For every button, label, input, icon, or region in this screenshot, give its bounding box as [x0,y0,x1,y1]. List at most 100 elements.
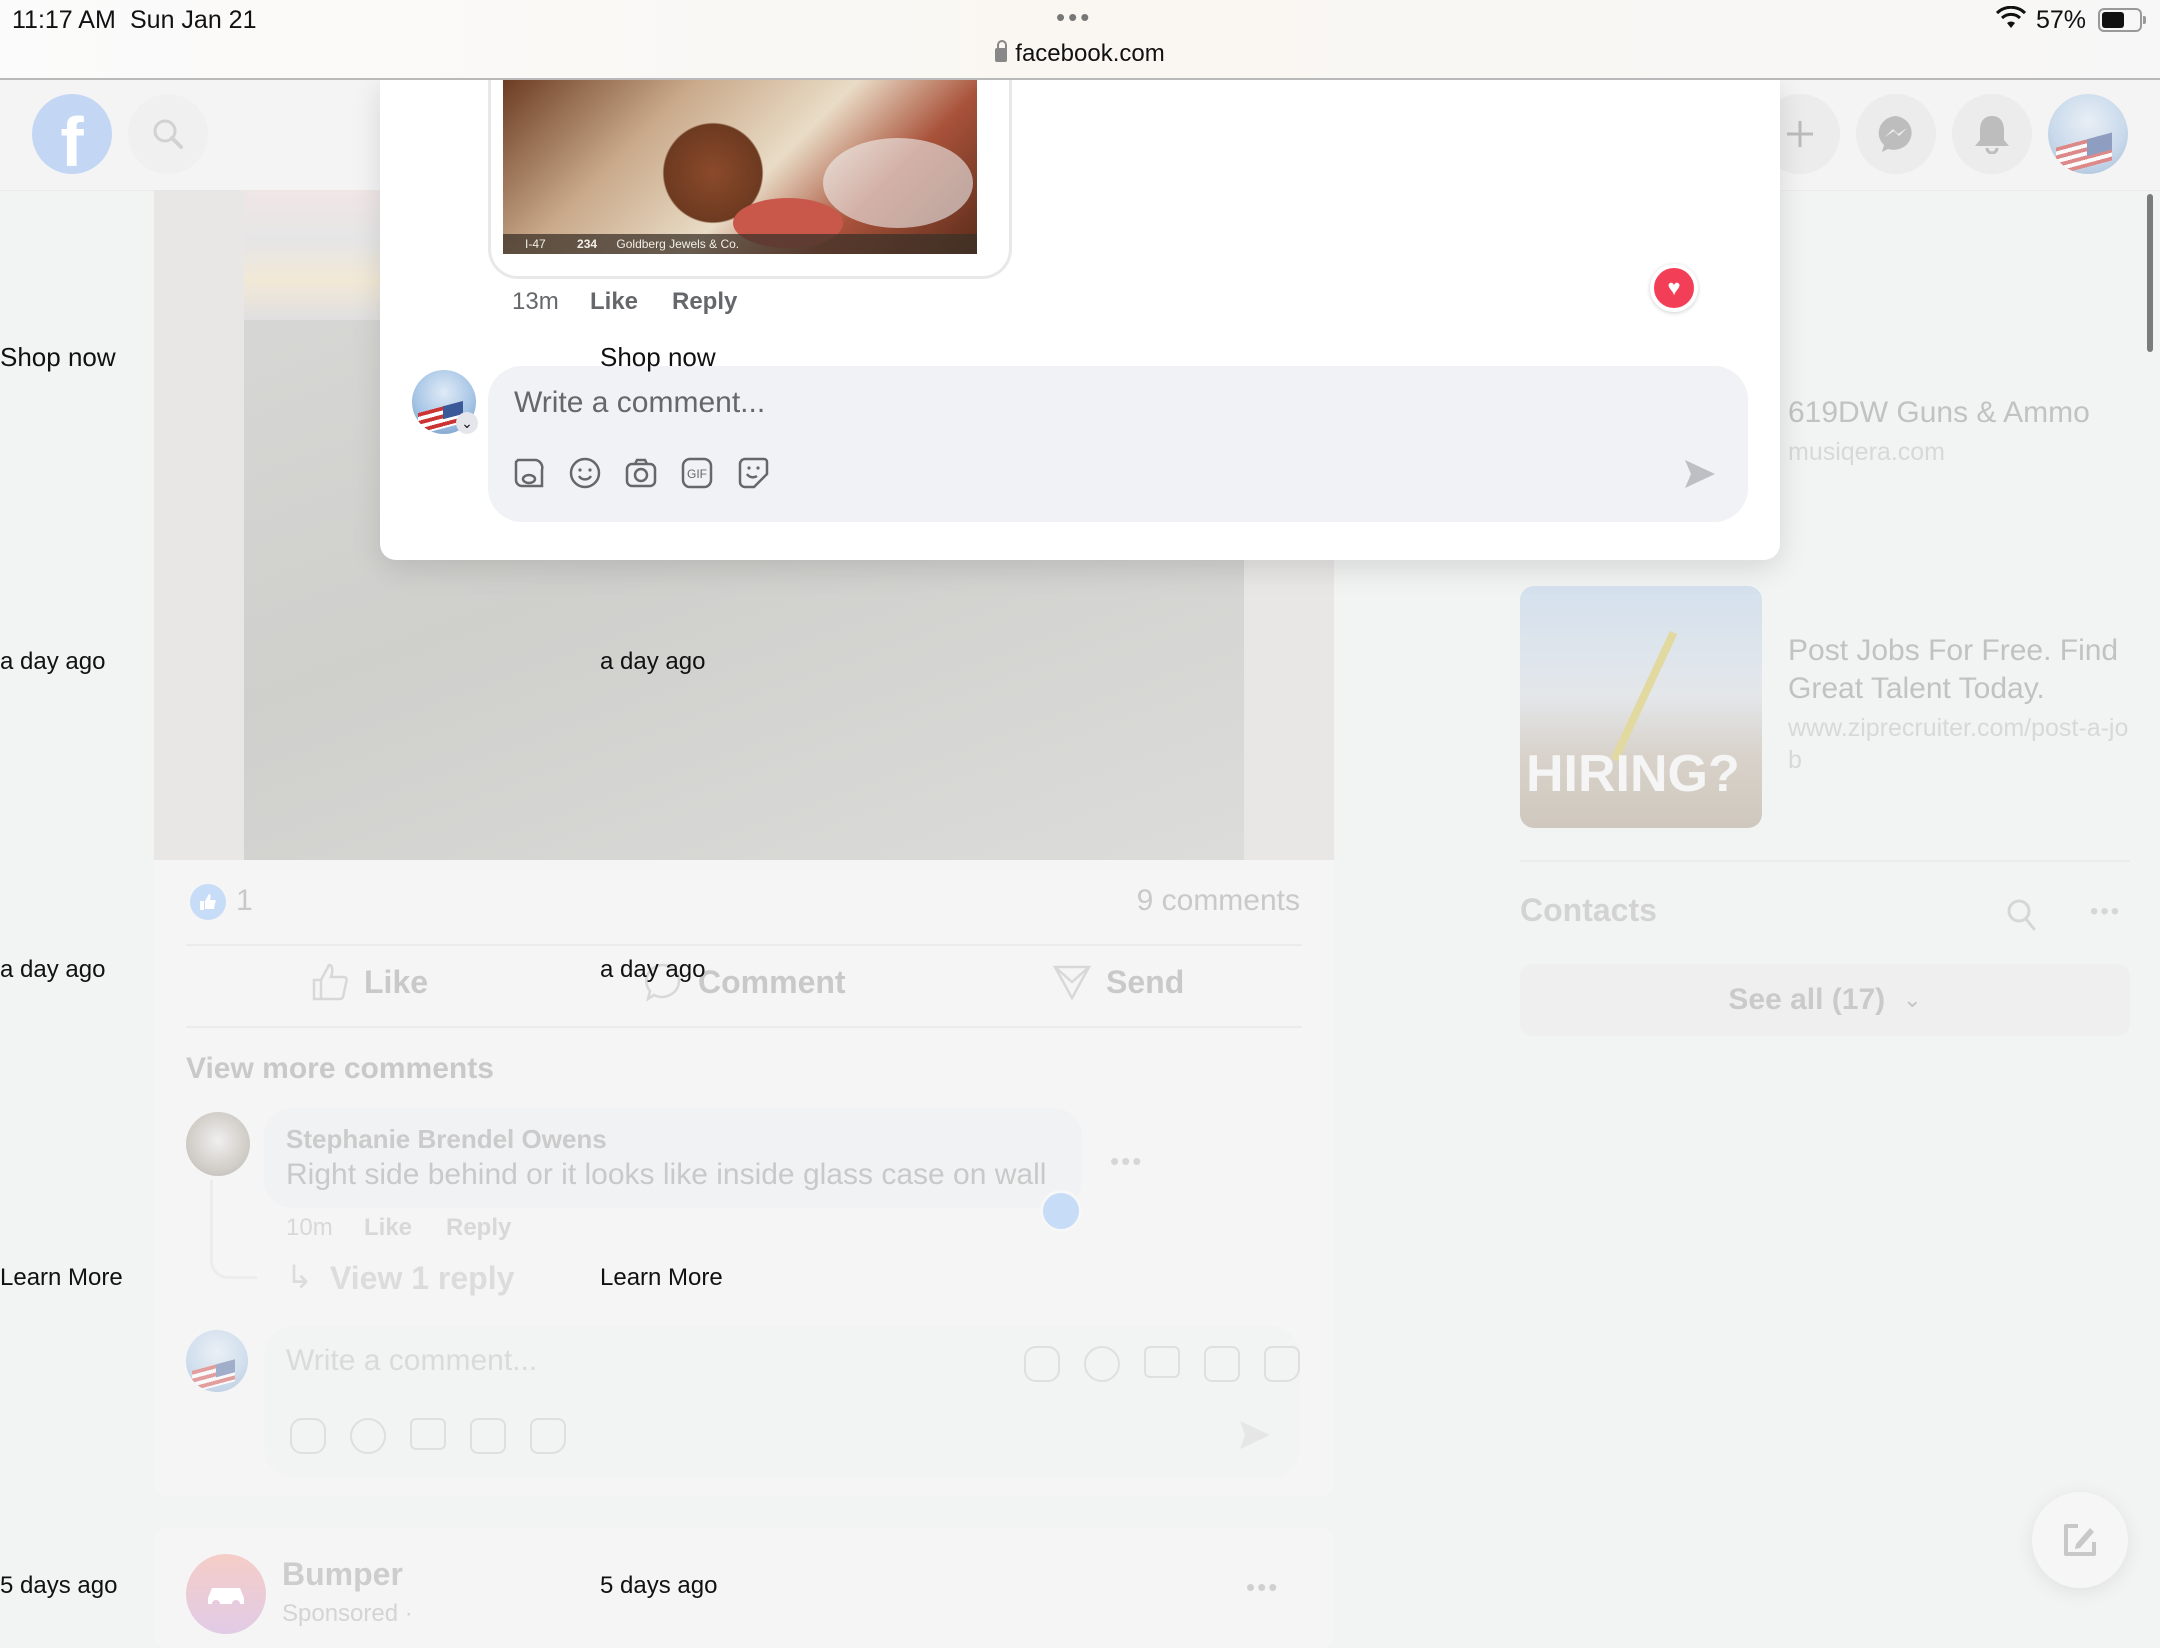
ad-title[interactable]: Post Jobs For Free. Find Great Talent To… [1788,632,2138,708]
sponsored-label: Sponsored · [282,1600,413,1627]
contacts-more-options-icon[interactable]: ••• [2090,898,2121,926]
multitasking-dots-icon[interactable]: ••• [1056,2,1092,33]
timestamp-label: a day ago [0,956,106,983]
commenter-avatar[interactable] [186,1112,250,1176]
profile-avatar[interactable] [2048,94,2128,174]
send-comment-icon[interactable] [1238,1418,1272,1452]
address-bar[interactable]: facebook.com [0,40,2160,68]
chevron-down-icon[interactable]: ⌄ [456,412,478,434]
lock-icon [995,40,1008,62]
battery-percent: 57% [2036,6,2087,34]
advertiser-avatar[interactable] [186,1554,266,1634]
emoji-icon[interactable] [1084,1346,1120,1382]
gif-icon[interactable]: GIF [680,456,714,490]
gif-icon[interactable] [1204,1346,1240,1382]
new-message-button[interactable] [2032,1492,2128,1588]
reply-thread-line [210,1180,257,1279]
comment-composer[interactable]: Write a comment... GIF [488,366,1748,522]
composer-tools-top [1024,1346,1300,1382]
contacts-heading: Contacts [1520,892,1657,928]
like-reaction-icon [190,884,226,920]
wifi-icon [1995,5,2027,37]
reply-arrow-icon: ↳ [286,1259,313,1295]
url-text: facebook.com [1015,40,1165,67]
search-icon [153,119,183,149]
comment-time: 10m [286,1214,333,1241]
compose-icon [2064,1524,2096,1556]
timestamp-label: a day ago [0,648,106,675]
love-reaction-icon[interactable]: ♥ [1650,264,1698,312]
view-replies-link[interactable]: View 1 reply [330,1260,514,1297]
learn-more-link[interactable]: Learn More [600,1264,723,1292]
divider [186,1026,1302,1028]
shop-now-link[interactable]: Shop now [600,342,716,373]
advertiser-name[interactable]: Bumper [282,1556,403,1593]
comments-count[interactable]: 9 comments [1100,884,1300,918]
comment-more-options-icon[interactable]: ••• [1110,1146,1143,1177]
status-time: 11:17 AM [12,6,116,34]
status-date: Sun Jan 21 [130,6,257,34]
comment-input-placeholder[interactable]: Write a comment... [286,1344,537,1378]
sticker-icon[interactable] [736,456,770,490]
comment-input-placeholder[interactable]: Write a comment... [514,386,765,420]
ad-url[interactable]: musiqera.com [1788,438,1945,467]
thumbs-up-icon [312,963,348,1001]
comment-reply-link[interactable]: Reply [672,288,737,316]
comment-like-link[interactable]: Like [364,1214,412,1242]
my-avatar[interactable] [186,1330,248,1392]
comment-text: Right side behind or it looks like insid… [286,1158,1047,1191]
chevron-down-icon: ⌄ [1903,987,1922,1012]
send-comment-icon[interactable] [1682,456,1718,492]
avatar-sticker-icon[interactable] [512,456,546,490]
emoji-icon[interactable] [568,456,602,490]
timestamp-label: a day ago [600,956,706,983]
post-more-options-icon[interactable]: ••• [1246,1572,1279,1603]
svg-text:GIF: GIF [687,467,707,481]
ad-url[interactable]: www.ziprecruiter.com/post-a-job [1788,712,2138,776]
timestamp-label: a day ago [600,648,706,675]
like-button[interactable]: Like [310,962,428,1002]
comment-reply-link[interactable]: Reply [446,1214,511,1242]
comment-time: 13m [512,288,559,315]
camera-icon[interactable] [1144,1346,1180,1378]
gif-icon[interactable] [470,1418,506,1454]
send-button[interactable]: Send [1052,962,1184,1002]
comment-image[interactable]: I-47 234 Goldberg Jewels & Co. [503,78,977,254]
view-more-comments-link[interactable]: View more comments [186,1052,494,1086]
comment-like-reaction-icon [1040,1190,1082,1232]
ad-image-text: HIRING? [1526,745,1740,803]
send-icon [1052,965,1092,1001]
ad-image[interactable]: HIRING? [1520,586,1762,828]
scrollbar[interactable] [2147,194,2153,352]
bell-icon [1975,116,2009,154]
timestamp-label: 5 days ago [0,1572,118,1599]
notifications-button[interactable] [1952,94,2032,174]
plus-icon [1787,121,1813,147]
see-all-contacts-button[interactable]: See all (17) ⌄ [1520,964,2130,1036]
camera-icon[interactable] [624,456,658,490]
search-button[interactable] [128,94,208,174]
sticker-icon[interactable] [530,1418,566,1454]
comment-like-link[interactable]: Like [590,288,638,316]
divider [1520,860,2130,862]
comment-author[interactable]: Stephanie Brendel Owens [286,1124,607,1155]
comment-attachment[interactable]: I-47 234 Goldberg Jewels & Co. [488,78,1012,279]
battery-icon [2098,8,2146,32]
emoji-icon[interactable] [350,1418,386,1454]
reaction-count[interactable]: 1 [236,884,253,918]
ad-title[interactable]: 619DW Guns & Ammo [1788,396,2090,430]
messenger-button[interactable] [1856,94,1936,174]
avatar-sticker-icon[interactable] [290,1418,326,1454]
composer-tools-bottom [290,1418,566,1454]
contacts-search-icon[interactable] [2006,898,2038,932]
sticker-icon[interactable] [1264,1346,1300,1382]
camera-icon[interactable] [410,1418,446,1450]
messenger-icon [1878,116,1912,152]
avatar-sticker-icon[interactable] [1024,1346,1060,1382]
shop-now-link[interactable]: Shop now [0,342,116,373]
facebook-logo[interactable]: f [32,94,112,181]
divider [186,944,1302,946]
timestamp-label: 5 days ago [600,1572,718,1599]
learn-more-link[interactable]: Learn More [0,1264,123,1292]
car-icon [208,1588,244,1608]
